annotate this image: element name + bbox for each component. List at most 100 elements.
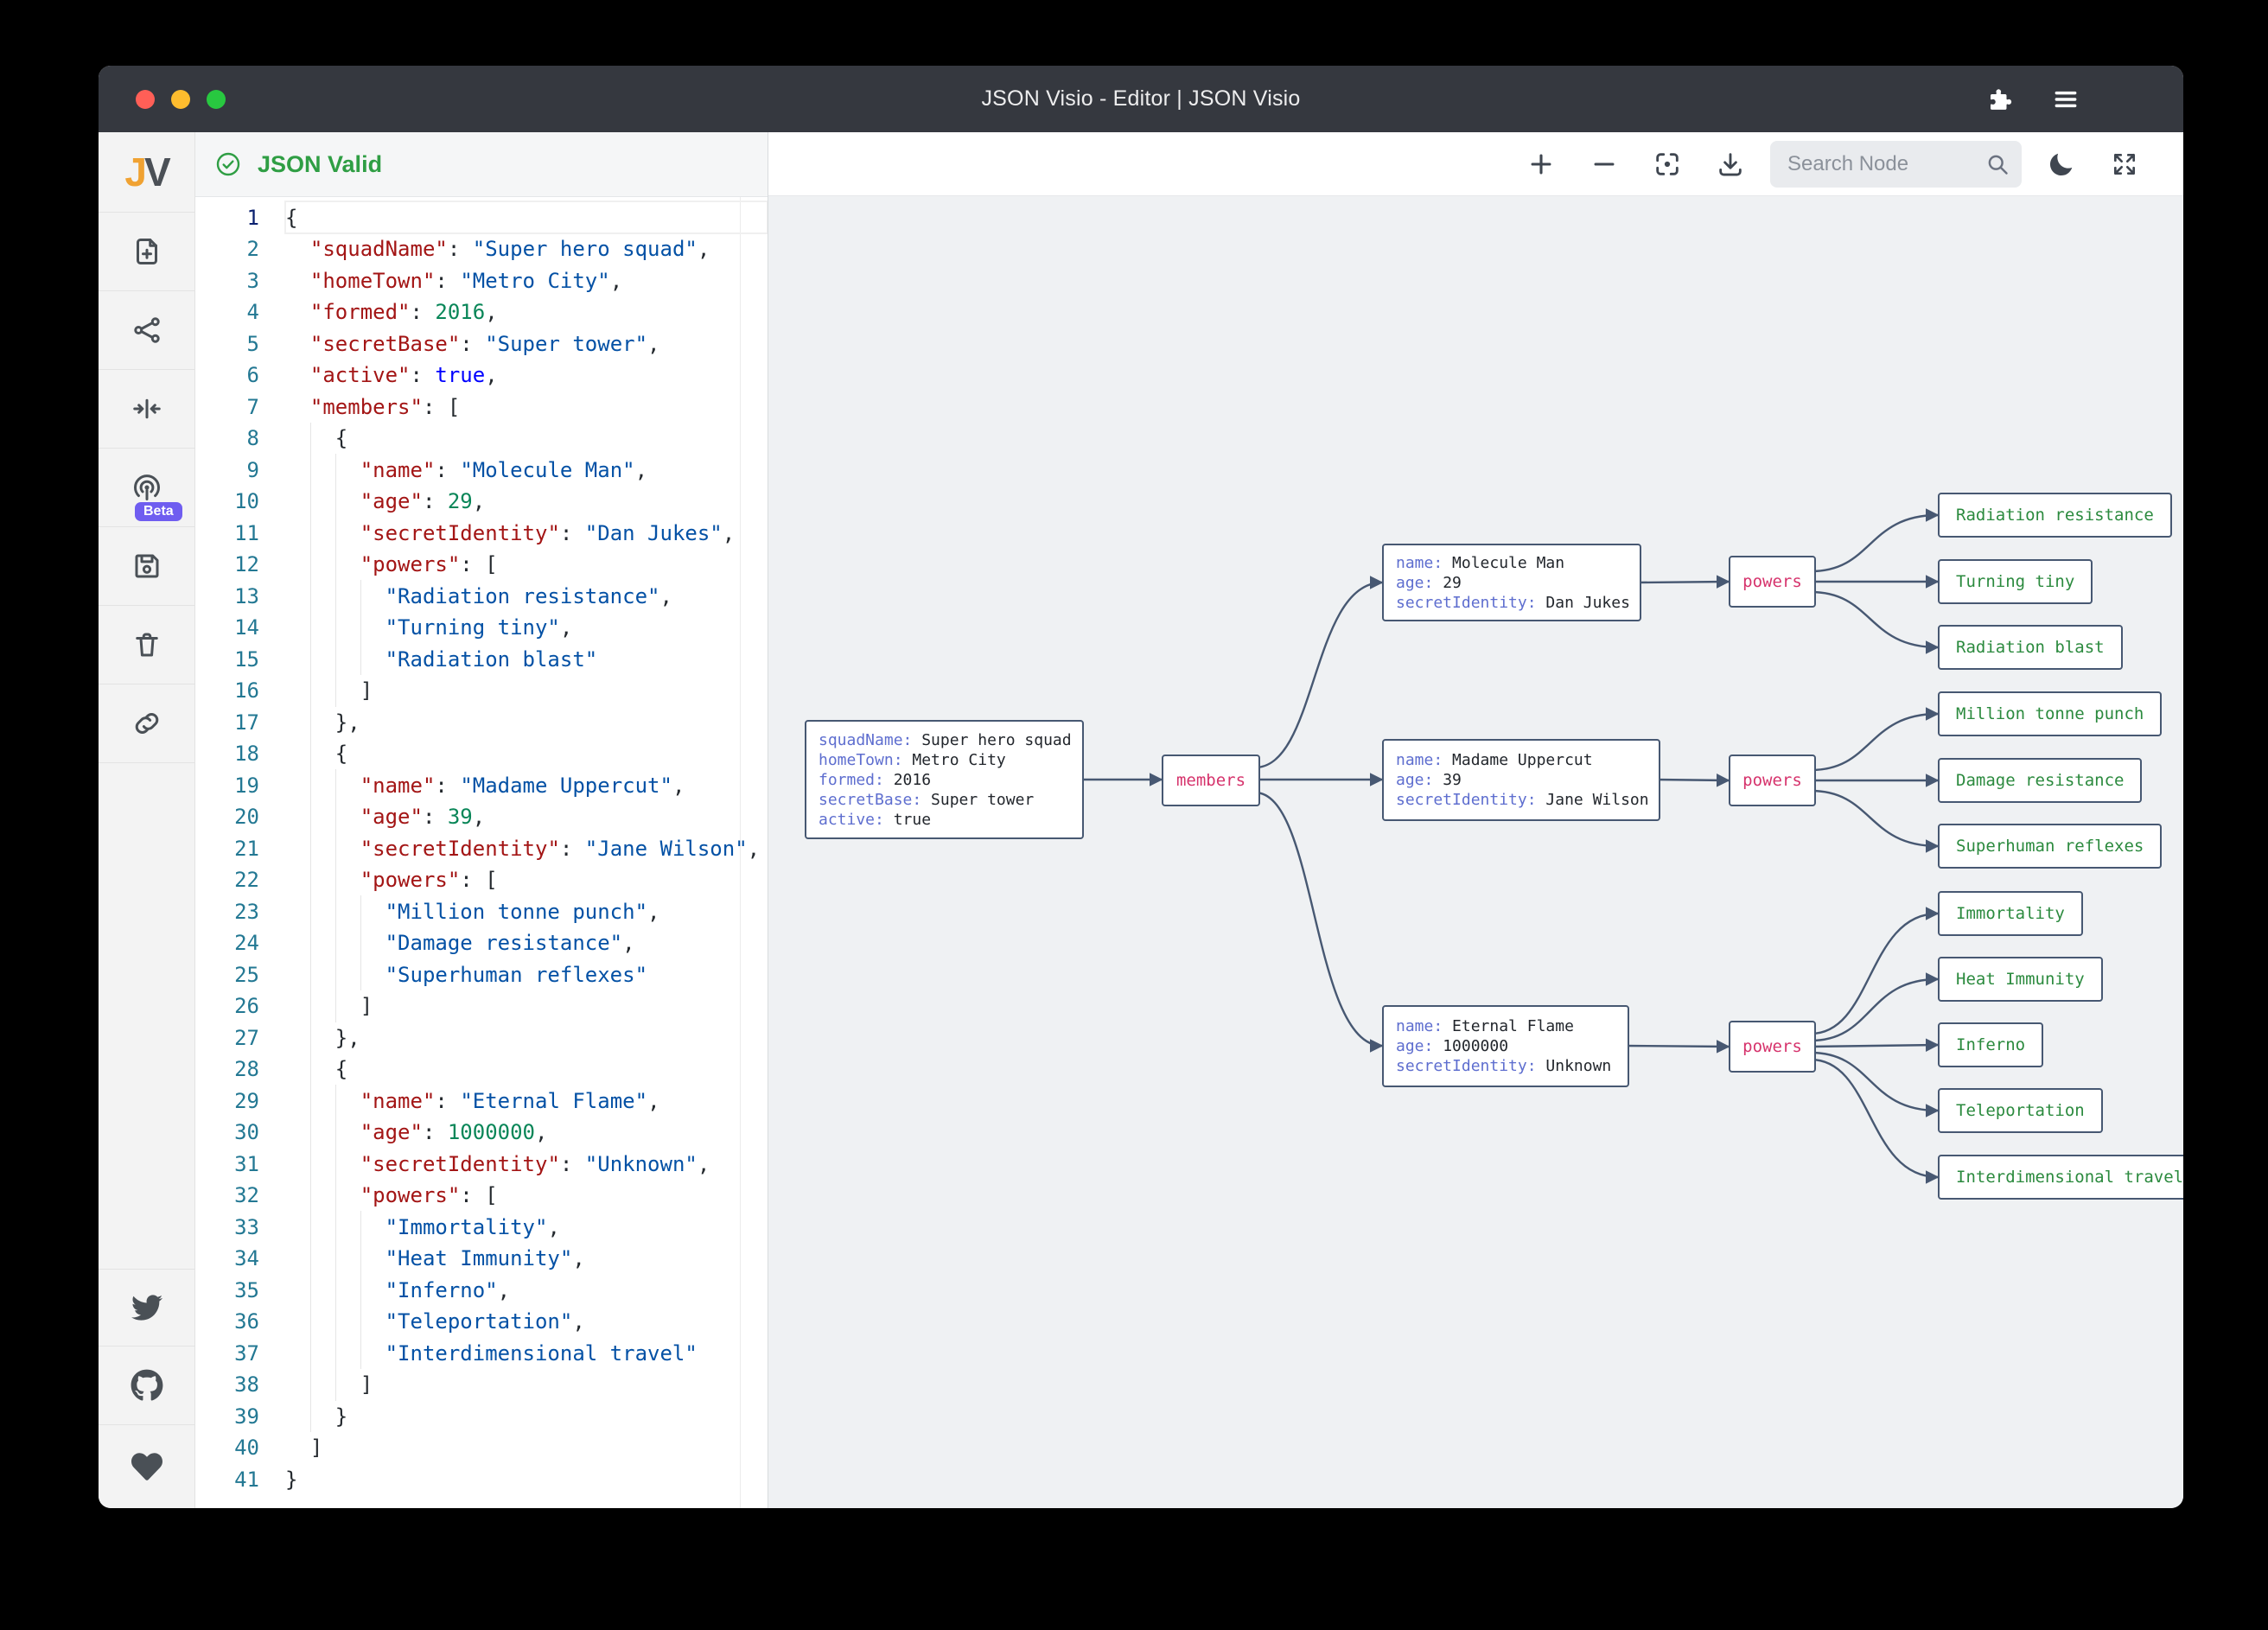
indent-guide [310, 612, 311, 644]
line-number: 25 [195, 963, 259, 987]
indent-guide [360, 1337, 361, 1369]
graph-node-leaf-9[interactable]: Inferno [1938, 1022, 2043, 1067]
indent-guide [335, 612, 336, 644]
line-number: 6 [195, 363, 259, 387]
indent-guide [335, 927, 336, 959]
indent-guide [335, 1085, 336, 1117]
code-line: 4 "formed": 2016, [195, 296, 768, 328]
heart-icon [131, 1451, 162, 1482]
graph-node-leaf-2[interactable]: Turning tiny [1938, 559, 2093, 604]
extensions-puzzle-icon[interactable] [1986, 86, 2012, 112]
indent-guide [310, 1337, 311, 1369]
graph-node-leaf-11[interactable]: Interdimensional travel [1938, 1155, 2183, 1200]
graph-node-powers-2[interactable]: powers [1729, 755, 1816, 806]
code-line: 30 "age": 1000000, [195, 1117, 768, 1149]
graph-node-leaf-5[interactable]: Damage resistance [1938, 758, 2142, 803]
line-number: 1 [195, 206, 259, 230]
line-number: 10 [195, 489, 259, 513]
code-line: 37 "Interdimensional travel" [195, 1337, 768, 1369]
graph-edge [1811, 515, 1938, 571]
code-line: 15 "Radiation blast" [195, 643, 768, 675]
graph-node-leaf-7[interactable]: Immortality [1938, 891, 2083, 936]
maximize-window-button[interactable] [207, 90, 226, 109]
node-field-homeTown: homeTown: Metro City [819, 750, 1070, 770]
json-code-editor[interactable]: 1{2 "squadName": "Super hero squad",3 "h… [195, 197, 768, 1508]
graph-node-leaf-10[interactable]: Teleportation [1938, 1088, 2103, 1133]
indent-guide [335, 675, 336, 707]
search-node-input[interactable] [1770, 141, 2022, 188]
graph-node-powers-1[interactable]: powers [1729, 556, 1816, 608]
center-focus-button[interactable] [1650, 147, 1685, 181]
node-field-age: age: 39 [1396, 770, 1647, 790]
indent-guide [310, 769, 311, 801]
center-nodes-icon [131, 393, 162, 424]
browser-menu-icon[interactable] [2052, 86, 2080, 113]
indent-guide [310, 1400, 311, 1432]
delete-icon [131, 629, 162, 660]
indent-guide [310, 517, 311, 549]
indent-guide [335, 958, 336, 990]
graph-node-leaf-3[interactable]: Radiation blast [1938, 625, 2123, 670]
sidebar-item-link[interactable] [99, 684, 194, 763]
node-label: Interdimensional travel [1956, 1168, 2183, 1187]
graph-node-leaf-4[interactable]: Million tonne punch [1938, 691, 2162, 736]
indent-guide [310, 1148, 311, 1180]
minimize-window-button[interactable] [171, 90, 190, 109]
zoom-out-button[interactable] [1587, 147, 1621, 181]
dark-mode-moon-icon[interactable] [2044, 147, 2079, 181]
sidebar-item-new-file[interactable] [99, 213, 194, 291]
node-label: Radiation resistance [1956, 506, 2154, 525]
graph-edge [1811, 592, 1938, 647]
graph-node-members[interactable]: members [1162, 755, 1260, 806]
graph-node-root[interactable]: squadName: Super hero squadhomeTown: Met… [805, 720, 1084, 839]
line-number: 37 [195, 1341, 259, 1366]
indent-guide [360, 612, 361, 644]
indent-guide [310, 1022, 311, 1054]
indent-guide [335, 1117, 336, 1149]
indent-guide [310, 864, 311, 896]
app-logo[interactable]: JV [99, 132, 194, 213]
graph-node-member-1[interactable]: name: Molecule Manage: 29secretIdentity:… [1382, 544, 1641, 621]
close-window-button[interactable] [136, 90, 155, 109]
sidebar-item-center-nodes[interactable] [99, 370, 194, 449]
sidebar-item-share-graph[interactable] [99, 291, 194, 370]
line-number: 15 [195, 647, 259, 672]
sidebar-item-heart[interactable] [99, 1424, 194, 1508]
sidebar-item-live-transform[interactable]: Beta [99, 449, 194, 527]
line-number: 33 [195, 1215, 259, 1239]
fullscreen-expand-icon[interactable] [2107, 147, 2142, 181]
indent-guide [310, 801, 311, 833]
graph-node-leaf-8[interactable]: Heat Immunity [1938, 957, 2103, 1002]
code-line: 33 "Immortality", [195, 1211, 768, 1243]
zoom-in-button[interactable] [1524, 147, 1558, 181]
search-icon[interactable] [1985, 152, 2010, 176]
graph-node-member-3[interactable]: name: Eternal Flameage: 1000000secretIde… [1382, 1005, 1629, 1087]
download-image-button[interactable] [1713, 147, 1748, 181]
sidebar-item-github[interactable] [99, 1346, 194, 1424]
indent-guide [335, 864, 336, 896]
window-controls [136, 66, 226, 132]
node-field-secretIdentity: secretIdentity: Unknown [1396, 1056, 1615, 1076]
sidebar-item-delete[interactable] [99, 606, 194, 684]
indent-guide [310, 643, 311, 675]
graph-canvas[interactable]: squadName: Super hero squadhomeTown: Met… [768, 196, 2183, 1508]
indent-guide [335, 1148, 336, 1180]
node-field-name: name: Eternal Flame [1396, 1016, 1615, 1036]
indent-guide [310, 832, 311, 864]
sidebar-item-save[interactable] [99, 527, 194, 606]
graph-edge [1636, 582, 1729, 583]
code-line: 31 "secretIdentity": "Unknown", [195, 1148, 768, 1180]
logo-letter-v: V [144, 149, 169, 195]
graph-node-powers-3[interactable]: powers [1729, 1021, 1816, 1073]
code-line: 11 "secretIdentity": "Dan Jukes", [195, 517, 768, 549]
graph-node-leaf-6[interactable]: Superhuman reflexes [1938, 824, 2162, 869]
indent-guide [360, 1274, 361, 1306]
node-label: Radiation blast [1956, 638, 2105, 657]
sidebar-item-twitter[interactable] [99, 1269, 194, 1346]
graph-node-leaf-1[interactable]: Radiation resistance [1938, 493, 2172, 538]
node-label: Million tonne punch [1956, 704, 2144, 723]
graph-node-member-2[interactable]: name: Madame Uppercutage: 39secretIdenti… [1382, 739, 1660, 821]
line-number: 5 [195, 332, 259, 356]
logo-letter-j: J [124, 149, 144, 195]
node-label: Turning tiny [1956, 572, 2074, 591]
